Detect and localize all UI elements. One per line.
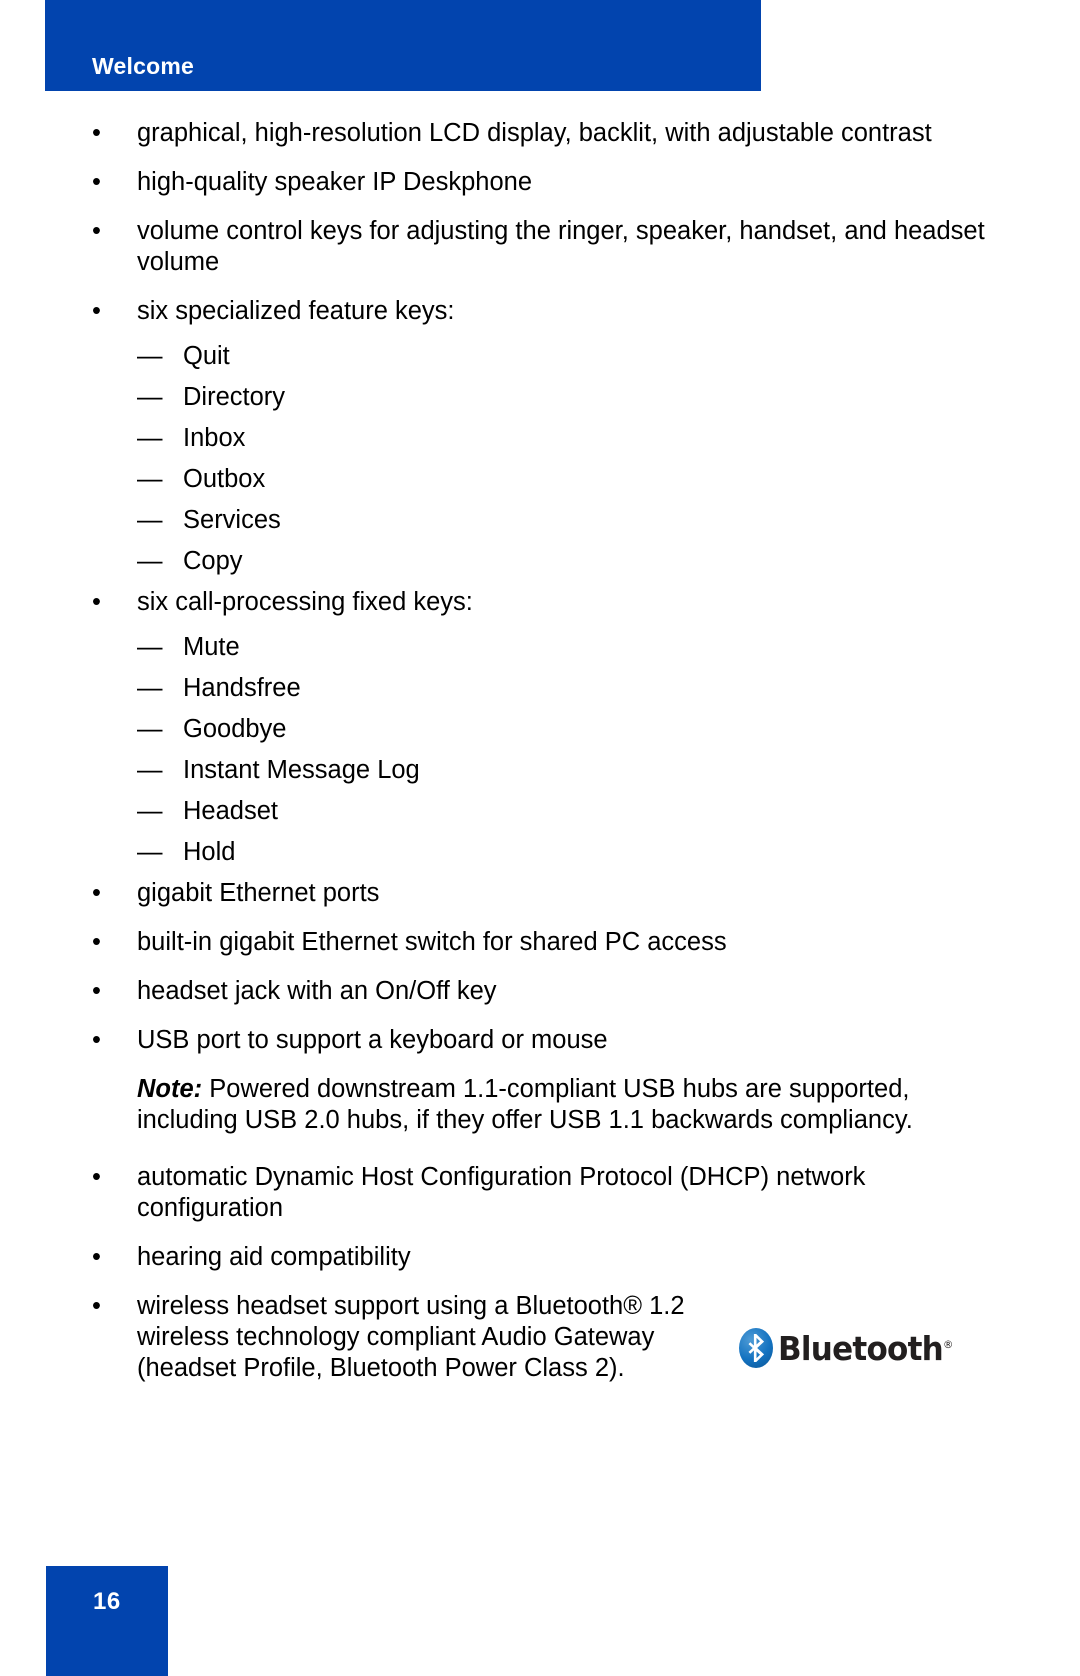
sub-list-item: — Instant Message Log [0, 755, 1080, 786]
sub-list-item-label: Handsfree [183, 674, 301, 702]
bullet-item-label: volume control keys for adjusting the ri… [137, 217, 985, 276]
bluetooth-icon [739, 1328, 773, 1368]
em-dash-marker: — [137, 715, 163, 743]
bullet-item-label: automatic Dynamic Host Configuration Pro… [137, 1163, 866, 1222]
bullet-item: • six call-processing fixed keys: [0, 587, 1080, 618]
sub-list-item-label: Headset [183, 797, 278, 825]
sub-list-item: — Handsfree [0, 673, 1080, 704]
bullet-marker: • [92, 588, 101, 616]
bullet-item-label: gigabit Ethernet ports [137, 879, 380, 907]
bullet-marker: • [92, 1243, 101, 1271]
sub-list-item: — Copy [0, 546, 1080, 577]
sub-list-item-label: Services [183, 506, 281, 534]
em-dash-marker: — [137, 633, 163, 661]
em-dash-marker: — [137, 342, 163, 370]
bullet-item-label: wireless headset support using a Bluetoo… [137, 1292, 685, 1382]
bullet-item-label: USB port to support a keyboard or mouse [137, 1026, 608, 1054]
page-title: Welcome [92, 53, 194, 79]
sub-list-item-label: Quit [183, 342, 230, 370]
sub-list-item: — Quit [0, 341, 1080, 372]
bullet-item-label: six specialized feature keys: [137, 297, 455, 325]
sub-list-item-label: Mute [183, 633, 240, 661]
sub-list-item: — Directory [0, 382, 1080, 413]
sub-list: — Mute — Handsfree — Goodbye — Instant Message … [0, 632, 1080, 868]
bullet-marker: • [92, 977, 101, 1005]
sub-list: — Quit — Directory — Inbox — Outbox — Services — Co… [0, 341, 1080, 577]
em-dash-marker: — [137, 756, 163, 784]
bullet-item-label: headset jack with an On/Off key [137, 977, 497, 1005]
sub-list-item-label: Inbox [183, 424, 246, 452]
bullet-item: • graphical, high-resolution LCD display,… [0, 118, 1080, 149]
bullet-marker: • [92, 119, 101, 147]
bluetooth-registered-mark: ® [942, 1337, 954, 1351]
bullet-item: • hearing aid compatibility [0, 1242, 1080, 1273]
em-dash-marker: — [137, 797, 163, 825]
bullet-marker: • [92, 1026, 101, 1054]
sub-list-item: — Mute [0, 632, 1080, 663]
bluetooth-logo: Bluetooth® [739, 1325, 953, 1371]
bullet-item: • built-in gigabit Ethernet switch for sh… [0, 927, 1080, 958]
page-number: 16 [93, 1588, 121, 1615]
sub-list-item-label: Instant Message Log [183, 756, 420, 784]
sub-list-item-label: Outbox [183, 465, 266, 493]
em-dash-marker: — [137, 838, 163, 866]
bullet-item: • headset jack with an On/Off key [0, 976, 1080, 1007]
em-dash-marker: — [137, 424, 163, 452]
bullet-marker: • [92, 217, 101, 245]
bullet-marker: • [92, 1292, 101, 1320]
bluetooth-wordmark-text: Bluetooth [778, 1328, 944, 1368]
bullet-item: • gigabit Ethernet ports [0, 878, 1080, 909]
bullet-marker: • [92, 1163, 101, 1191]
bullet-item-label: six call-processing fixed keys: [137, 588, 473, 616]
bullet-item-label: high-quality speaker IP Deskphone [137, 168, 533, 196]
page-header-bar: Welcome [45, 0, 761, 91]
em-dash-marker: — [137, 465, 163, 493]
em-dash-marker: — [137, 547, 163, 575]
document-content: • graphical, high-resolution LCD display,… [0, 118, 1080, 1402]
sub-list-item-label: Directory [183, 383, 286, 411]
bullet-marker: • [92, 879, 101, 907]
sub-list-item: — Hold [0, 837, 1080, 868]
page-number-box: 16 [46, 1566, 168, 1676]
em-dash-marker: — [137, 674, 163, 702]
sub-list-item: — Outbox [0, 464, 1080, 495]
sub-list-item: — Services [0, 505, 1080, 536]
bullet-item: • automatic Dynamic Host Configuration Pr… [0, 1162, 1080, 1224]
sub-list-item-label: Goodbye [183, 715, 287, 743]
sub-list-item: — Headset [0, 796, 1080, 827]
bullet-item-label: graphical, high-resolution LCD display, … [137, 119, 932, 147]
bluetooth-wordmark: Bluetooth® [778, 1332, 953, 1365]
sub-list-item: — Goodbye [0, 714, 1080, 745]
sub-list-item: — Inbox [0, 423, 1080, 454]
bullet-marker: • [92, 168, 101, 196]
bullet-marker: • [92, 297, 101, 325]
bullet-item-label: built-in gigabit Ethernet switch for sha… [137, 928, 727, 956]
bullet-item: • high-quality speaker IP Deskphone [0, 167, 1080, 198]
sub-list-item-label: Hold [183, 838, 236, 866]
bullet-item-label: hearing aid compatibility [137, 1243, 411, 1271]
bullet-marker: • [92, 928, 101, 956]
em-dash-marker: — [137, 383, 163, 411]
bullet-item: • volume control keys for adjusting the r… [0, 216, 1080, 278]
note-label: Note: [137, 1075, 203, 1103]
bullet-item: • six specialized feature keys: [0, 296, 1080, 327]
note-block: Note: Powered downstream 1.1-compliant U… [0, 1074, 1080, 1136]
em-dash-marker: — [137, 506, 163, 534]
bullet-item: • USB port to support a keyboard or mouse [0, 1025, 1080, 1056]
note-text: Powered downstream 1.1-compliant USB hub… [137, 1075, 913, 1134]
sub-list-item-label: Copy [183, 547, 243, 575]
